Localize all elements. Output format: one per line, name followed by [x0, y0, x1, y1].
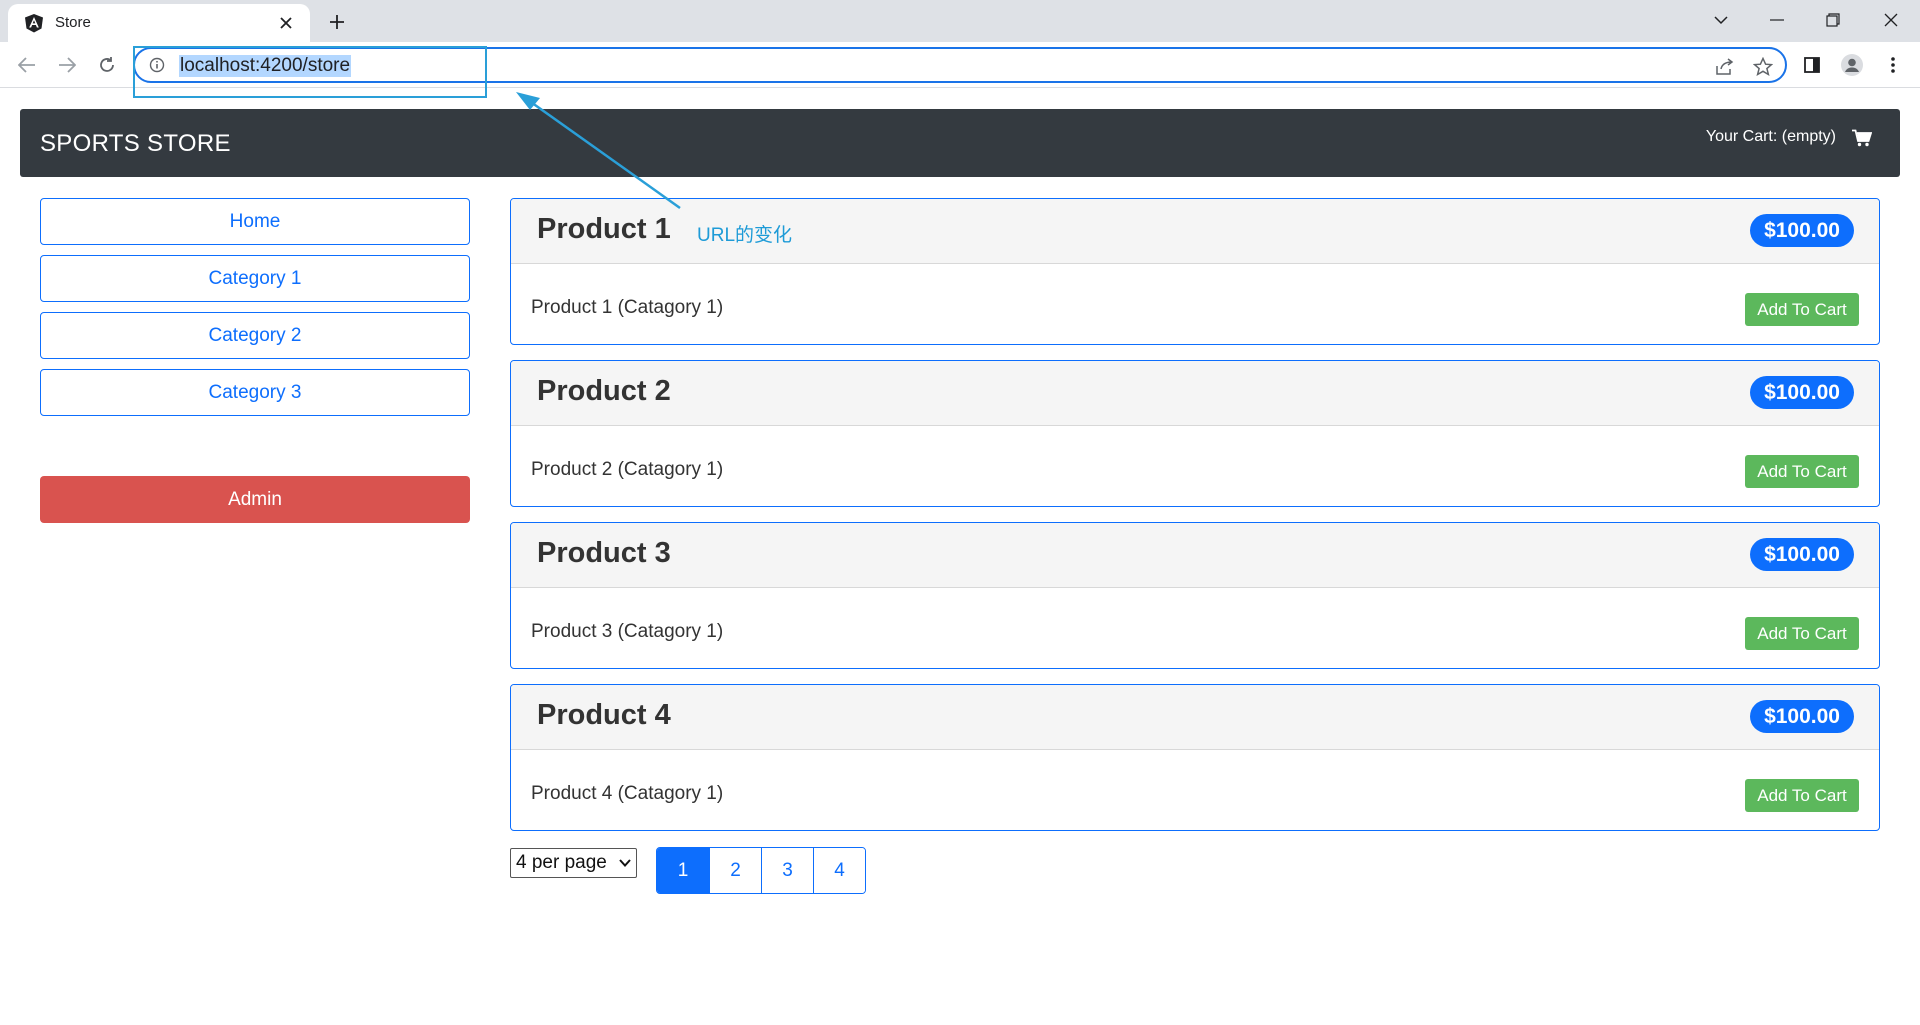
browser-tabstrip: Store — [0, 0, 1920, 42]
profile-avatar-icon[interactable] — [1839, 52, 1865, 78]
product-card: Product 2 $100.00 Product 2 (Catagory 1)… — [510, 360, 1880, 507]
product-card: Product 3 $100.00 Product 3 (Catagory 1)… — [510, 522, 1880, 669]
product-description: Product 4 (Catagory 1) — [531, 783, 724, 804]
shopping-cart-icon[interactable] — [1852, 129, 1872, 147]
pagination: 1 2 3 4 — [656, 847, 866, 894]
reload-icon[interactable] — [93, 51, 121, 79]
restore-icon[interactable] — [1818, 6, 1848, 34]
tab-title: Store — [55, 14, 91, 31]
bookmark-star-icon[interactable] — [1751, 55, 1775, 79]
page-button-2[interactable]: 2 — [709, 848, 761, 893]
cart-summary: Your Cart: (empty) — [1705, 128, 1836, 145]
product-name: Product 2 — [537, 375, 671, 407]
chevron-down-icon — [619, 859, 631, 867]
side-panel-icon[interactable] — [1799, 52, 1825, 78]
annotation-label: URL的变化 — [697, 225, 793, 246]
browser-tab[interactable]: Store — [8, 4, 310, 42]
tab-search-icon[interactable] — [1706, 6, 1736, 34]
share-icon[interactable] — [1713, 55, 1737, 79]
product-card: Product 4 $100.00 Product 4 (Catagory 1)… — [510, 684, 1880, 831]
sidebar-item-category-1[interactable]: Category 1 — [40, 255, 470, 302]
product-name: Product 1 — [537, 213, 671, 245]
page-button-1[interactable]: 1 — [657, 848, 709, 893]
add-to-cart-button[interactable]: Add To Cart — [1745, 617, 1859, 650]
menu-dots-icon[interactable] — [1880, 52, 1906, 78]
admin-button-label: Admin — [228, 488, 282, 510]
product-card-header: Product 2 $100.00 — [511, 361, 1879, 426]
window-close-icon[interactable] — [1876, 6, 1906, 34]
product-card-header: Product 3 $100.00 — [511, 523, 1879, 588]
sidebar-item-label: Category 3 — [208, 381, 302, 403]
sidebar-item-home[interactable]: Home — [40, 198, 470, 245]
page-button-3[interactable]: 3 — [761, 848, 813, 893]
product-name: Product 3 — [537, 537, 671, 569]
per-page-value: 4 per page — [516, 852, 607, 873]
price-badge: $100.00 — [1750, 700, 1854, 733]
price-badge: $100.00 — [1750, 376, 1854, 409]
per-page-select[interactable]: 4 per page — [510, 848, 637, 878]
back-arrow-icon[interactable] — [13, 51, 41, 79]
sidebar-item-label: Category 1 — [208, 267, 302, 289]
minimize-icon[interactable] — [1762, 6, 1792, 34]
sidebar-item-category-2[interactable]: Category 2 — [40, 312, 470, 359]
product-card-header: Product 4 $100.00 — [511, 685, 1879, 750]
close-icon[interactable] — [274, 11, 298, 35]
sidebar-item-category-3[interactable]: Category 3 — [40, 369, 470, 416]
product-description: Product 1 (Catagory 1) — [531, 297, 724, 318]
add-to-cart-button[interactable]: Add To Cart — [1745, 293, 1859, 326]
add-to-cart-button[interactable]: Add To Cart — [1745, 779, 1859, 812]
new-tab-button[interactable] — [324, 9, 350, 35]
annotation-highlight-box — [133, 46, 487, 98]
app-navbar: SPORTS STORE Your Cart: (empty) — [20, 109, 1900, 177]
price-badge: $100.00 — [1750, 214, 1854, 247]
brand-title[interactable]: SPORTS STORE — [40, 130, 231, 158]
product-name: Product 4 — [537, 699, 671, 731]
sidebar-item-label: Category 2 — [208, 324, 302, 346]
forward-arrow-icon[interactable] — [53, 51, 81, 79]
sidebar-item-label: Home — [229, 210, 281, 232]
page-button-4[interactable]: 4 — [813, 848, 865, 893]
product-description: Product 3 (Catagory 1) — [531, 621, 724, 642]
price-badge: $100.00 — [1750, 538, 1854, 571]
product-description: Product 2 (Catagory 1) — [531, 459, 724, 480]
admin-button[interactable]: Admin — [40, 476, 470, 523]
angular-icon — [25, 14, 43, 33]
add-to-cart-button[interactable]: Add To Cart — [1745, 455, 1859, 488]
